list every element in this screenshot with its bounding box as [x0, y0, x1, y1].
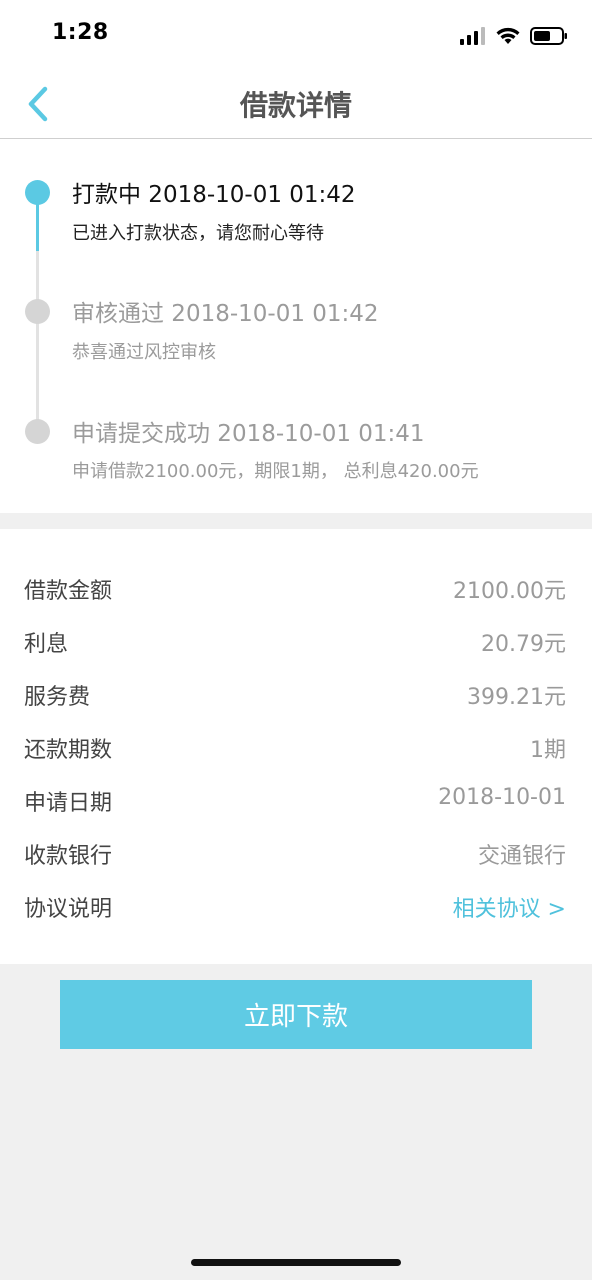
battery-icon [530, 27, 567, 45]
detail-label: 申请日期 [24, 791, 113, 816]
timeline-step-description: 申请借款2100.00元，期限1期， 总利息420.00元 [72, 461, 479, 482]
detail-value: 1期 [530, 738, 566, 763]
detail-value: 399.21元 [467, 685, 566, 710]
loan-details: 借款金额 2100.00元 利息 20.79元 服务费 399.21元 还款期数… [0, 529, 592, 964]
detail-label: 协议说明 [24, 897, 113, 922]
status-timeline: 打款中 2018-10-01 01:42 已进入打款状态，请您耐心等待 审核通过… [0, 139, 592, 513]
detail-label: 还款期数 [24, 738, 113, 763]
agreement-link[interactable]: 相关协议 > [453, 891, 566, 923]
timeline-step-title: 申请提交成功 2018-10-01 01:41 [72, 421, 425, 447]
detail-label: 收款银行 [24, 844, 113, 869]
detail-row-agreement: 协议说明 相关协议 > [0, 879, 592, 932]
status-bar: 1:28 [0, 0, 592, 70]
detail-label: 利息 [24, 632, 69, 657]
detail-row-application-date: 申请日期 2018-10-01 [0, 773, 592, 826]
wifi-icon [496, 27, 520, 44]
detail-label: 借款金额 [24, 579, 113, 604]
detail-value: 20.79元 [481, 632, 566, 657]
timeline-dot [25, 299, 50, 324]
detail-value: 2018-10-01 [438, 785, 566, 810]
timeline-dot [25, 419, 50, 444]
detail-value: 2100.00元 [453, 579, 566, 604]
detail-row-loan-amount: 借款金额 2100.00元 [0, 561, 592, 614]
timeline-line [36, 251, 39, 429]
timeline-step-description: 恭喜通过风控审核 [72, 342, 216, 363]
detail-row-interest: 利息 20.79元 [0, 614, 592, 667]
nav-bar: 借款详情 [0, 70, 592, 139]
disburse-now-button[interactable]: 立即下款 [60, 980, 532, 1049]
detail-label: 服务费 [24, 685, 91, 710]
page-title: 借款详情 [239, 89, 352, 122]
detail-row-repayment-periods: 还款期数 1期 [0, 720, 592, 773]
cellular-signal-icon [460, 27, 485, 45]
home-indicator [191, 1259, 401, 1266]
timeline-step-title: 审核通过 2018-10-01 01:42 [72, 301, 379, 327]
timeline-step-description: 已进入打款状态，请您耐心等待 [72, 223, 324, 244]
status-time: 1:28 [52, 20, 109, 45]
detail-row-receiving-bank: 收款银行 交通银行 [0, 826, 592, 879]
timeline-dot-active [25, 180, 50, 205]
status-icons [460, 24, 568, 48]
detail-row-service-fee: 服务费 399.21元 [0, 667, 592, 720]
timeline-step-title: 打款中 2018-10-01 01:42 [72, 182, 356, 208]
detail-value: 交通银行 [477, 844, 566, 869]
